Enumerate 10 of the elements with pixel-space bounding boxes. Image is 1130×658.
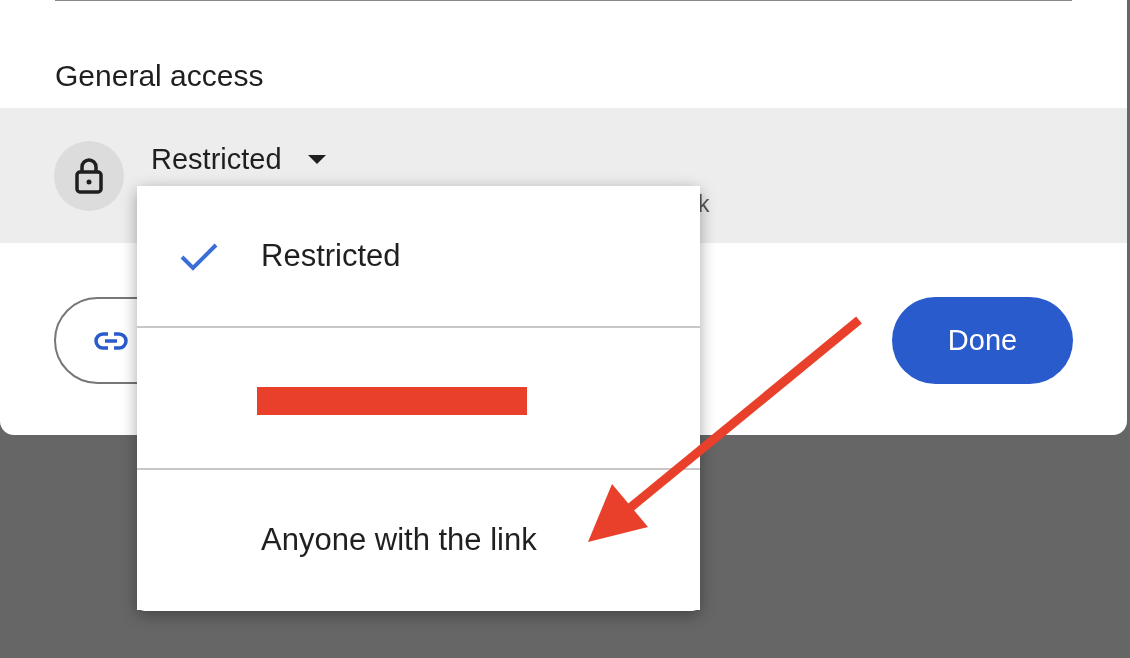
link-icon bbox=[94, 331, 128, 350]
section-title: General access bbox=[55, 61, 265, 94]
caret-icon bbox=[307, 154, 326, 165]
menu-option[interactable]: Anyone with the link bbox=[137, 470, 700, 610]
access-description: k bbox=[698, 193, 710, 216]
access-dropdown[interactable]: Restricted bbox=[151, 145, 326, 174]
check-icon bbox=[179, 241, 219, 271]
menu-option[interactable]: Restricted bbox=[137, 186, 700, 326]
done-button[interactable]: Done bbox=[892, 297, 1073, 384]
menu-option[interactable] bbox=[137, 328, 700, 468]
